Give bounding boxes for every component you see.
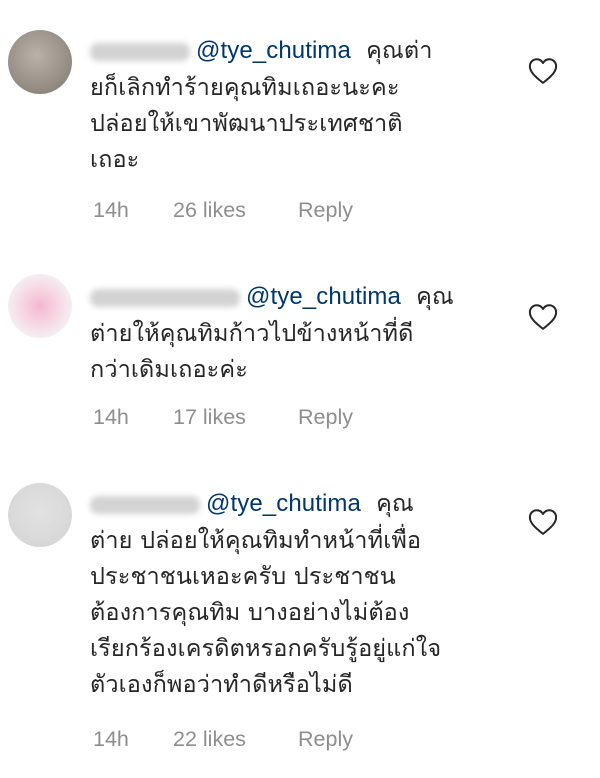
comment-meta: 14h 26 likes Reply bbox=[93, 198, 353, 223]
username-blurred[interactable] bbox=[90, 288, 240, 307]
likes-count[interactable]: 26 likes bbox=[173, 198, 298, 223]
comment-line-text: ปล่อยให้เขาพัฒนาประเทศชาติ bbox=[90, 109, 403, 137]
comment-line-text: คุณ bbox=[416, 282, 454, 310]
username-blurred[interactable] bbox=[90, 495, 200, 514]
comment-line: @tye_chutima คุณ bbox=[90, 485, 500, 522]
heart-outline-icon[interactable] bbox=[528, 508, 558, 536]
avatar[interactable] bbox=[8, 274, 72, 338]
heart-outline-icon[interactable] bbox=[528, 57, 558, 85]
heart-outline-icon[interactable] bbox=[528, 303, 558, 331]
comment-line-text: ตัวเองก็พอว่าทำดีหรือไม่ดี bbox=[90, 670, 353, 698]
reply-button[interactable]: Reply bbox=[298, 405, 353, 430]
comment-line-text: คุณ bbox=[376, 489, 414, 517]
comment-line: @tye_chutima คุณ bbox=[90, 278, 500, 315]
comment-line-text: ยก็เลิกทำร้ายคุณทิมเถอะนะคะ bbox=[90, 73, 400, 101]
comment-text: @tye_chutima คุณ ต่ายให้คุณทิมก้าวไปข้าง… bbox=[90, 278, 500, 387]
mention-link[interactable]: @tye_chutima bbox=[206, 490, 361, 517]
comment-line-text: เรียกร้องเครดิตหรอกครับรู้อยู่แก่ใจ bbox=[90, 634, 442, 662]
comment-line-text: คุณต่า bbox=[366, 36, 433, 64]
comment-line-text: ต่าย ปล่อยให้คุณทิมทำหน้าที่เพื่อ bbox=[90, 526, 422, 554]
comment-text: @tye_chutima คุณ ต่าย ปล่อยให้คุณทิมทำหน… bbox=[90, 485, 500, 702]
avatar[interactable] bbox=[8, 483, 72, 547]
comment-line-text: ประชาชนเหอะครับ ประชาชน bbox=[90, 562, 396, 590]
reply-button[interactable]: Reply bbox=[298, 727, 353, 752]
likes-count[interactable]: 22 likes bbox=[173, 727, 298, 752]
comment-line-text: ต่ายให้คุณทิมก้าวไปข้างหน้าที่ดี bbox=[90, 319, 414, 347]
comment-line-text: กว่าเดิมเถอะค่ะ bbox=[90, 355, 248, 383]
avatar[interactable] bbox=[8, 30, 72, 94]
mention-link[interactable]: @tye_chutima bbox=[246, 283, 401, 310]
comment-time: 14h bbox=[93, 405, 129, 429]
comment-meta: 14h 17 likes Reply bbox=[93, 405, 353, 430]
likes-count[interactable]: 17 likes bbox=[173, 405, 298, 430]
comment-time: 14h bbox=[93, 198, 129, 222]
comment-time: 14h bbox=[93, 727, 129, 751]
comment-line-text: ต้องการคุณทิม บางอย่างไม่ต้อง bbox=[90, 598, 410, 626]
mention-link[interactable]: @tye_chutima bbox=[196, 37, 351, 64]
username-blurred[interactable] bbox=[90, 42, 190, 61]
comment-meta: 14h 22 likes Reply bbox=[93, 727, 353, 752]
comment-line-text: เถอะ bbox=[90, 145, 140, 173]
comment-line: @tye_chutima คุณต่า bbox=[90, 32, 500, 69]
comment-text: @tye_chutima คุณต่า ยก็เลิกทำร้ายคุณทิมเ… bbox=[90, 32, 500, 177]
reply-button[interactable]: Reply bbox=[298, 198, 353, 223]
